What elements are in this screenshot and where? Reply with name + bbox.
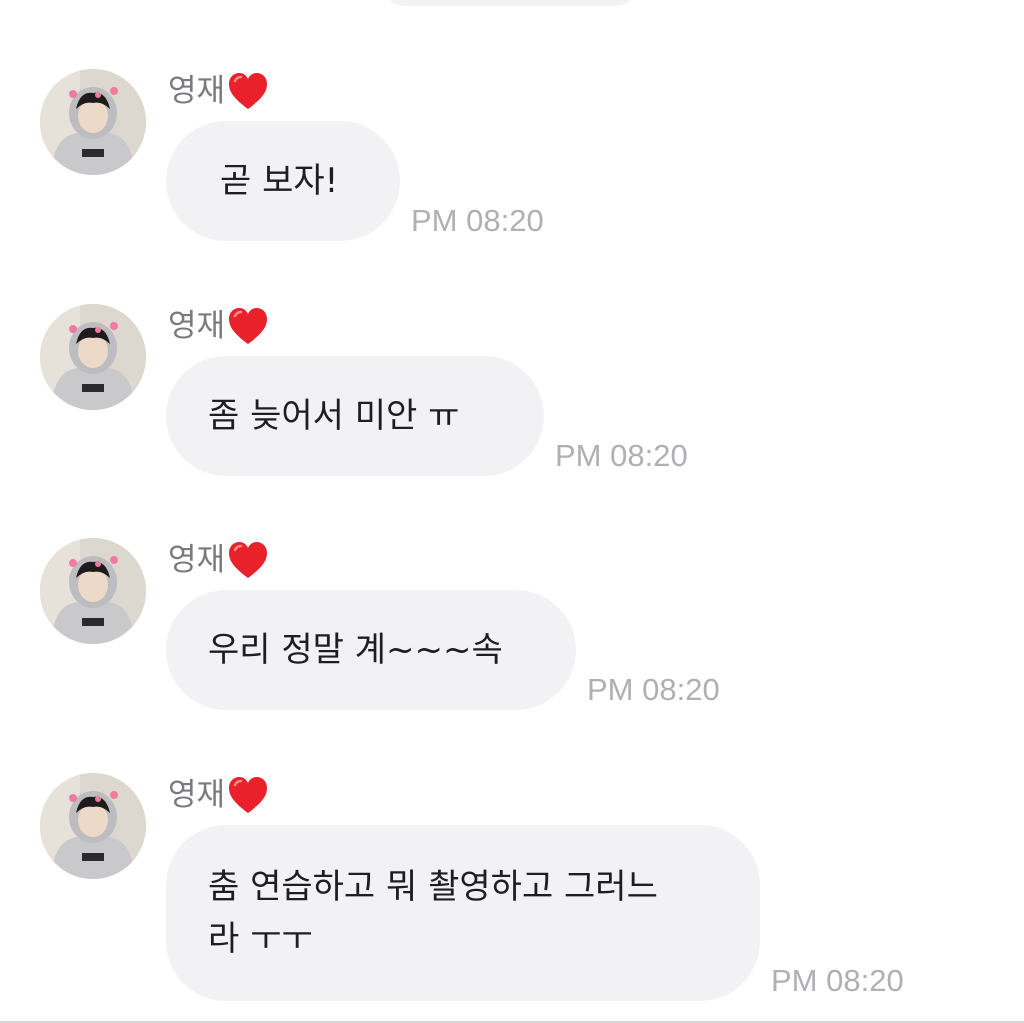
previous-message-bubble-edge (380, 0, 640, 6)
avatar[interactable] (40, 773, 146, 879)
heart-icon (227, 306, 269, 346)
sender-name: 영재 (168, 542, 226, 578)
avatar[interactable] (40, 538, 146, 644)
sender-row: 영재 (168, 540, 269, 580)
message-text: 춤 연습하고 뭐 촬영하고 그러느 라 ㅜㅜ (208, 867, 658, 959)
sender-row: 영재 (168, 306, 269, 346)
heart-icon (227, 775, 269, 815)
message-bubble[interactable]: 좀 늦어서 미안 ㅠ (166, 356, 544, 476)
sender-name: 영재 (168, 308, 226, 344)
message-text: 곧 보자! (220, 161, 339, 201)
sender-row: 영재 (168, 775, 269, 815)
message-timestamp: PM 08:20 (587, 672, 720, 707)
avatar[interactable] (40, 304, 146, 410)
message-bubble[interactable]: 곧 보자! (166, 121, 400, 241)
message-bubble[interactable]: 우리 정말 계~~~속 (166, 590, 576, 710)
message-text: 좀 늦어서 미안 ㅠ (208, 396, 460, 436)
sender-row: 영재 (168, 71, 269, 111)
message-bubble[interactable]: 춤 연습하고 뭐 촬영하고 그러느 라 ㅜㅜ (166, 825, 760, 1001)
message-timestamp: PM 08:20 (771, 963, 904, 998)
sender-name: 영재 (168, 73, 226, 109)
message-timestamp: PM 08:20 (555, 438, 688, 473)
avatar[interactable] (40, 69, 146, 175)
message-timestamp: PM 08:20 (411, 203, 544, 238)
sender-name: 영재 (168, 777, 226, 813)
heart-icon (227, 71, 269, 111)
message-text: 우리 정말 계~~~속 (208, 630, 503, 670)
heart-icon (227, 540, 269, 580)
